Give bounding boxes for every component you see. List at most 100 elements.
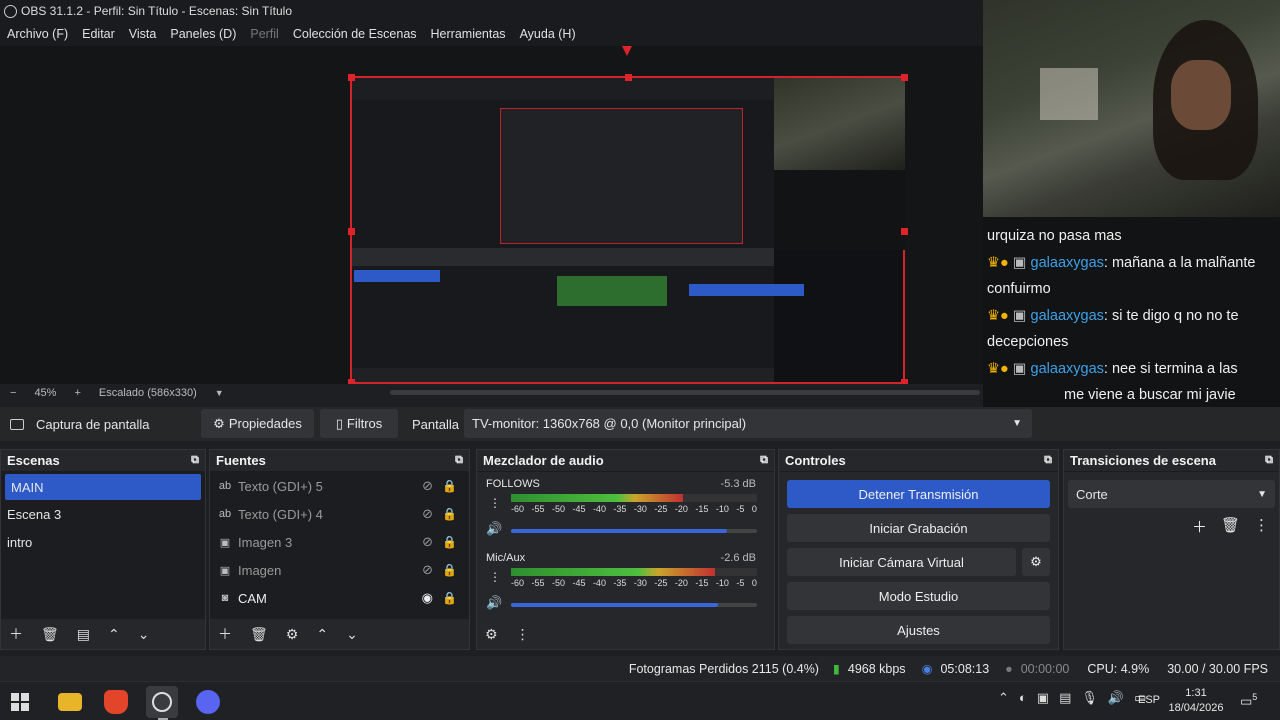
add-icon[interactable]: ＋ <box>218 624 232 644</box>
stop-streaming-button[interactable]: Detener Transmisión <box>787 480 1050 508</box>
bitrate: 4968 kbps <box>847 661 906 676</box>
menu-coleccion-escenas[interactable]: Colección de Escenas <box>293 27 417 41</box>
settings-button[interactable]: Ajustes <box>787 616 1050 644</box>
face <box>1171 60 1231 130</box>
system-tray: ⌃ ◐ ▣ ▤ 🎙 🔊 ▭ <box>998 690 1146 706</box>
dock-float-icon[interactable]: ⧉ <box>1265 454 1273 467</box>
crown-badge-icon: ♛● <box>987 360 1009 377</box>
chevron-down-icon[interactable]: ⌄ <box>346 626 358 643</box>
microphone-icon[interactable]: 🎙 <box>1081 690 1098 706</box>
kebab-menu-icon[interactable]: ⋮ <box>1254 516 1269 537</box>
transition-select[interactable]: Corte ▼ <box>1068 480 1275 508</box>
chat-line: ♛● ▣ galaaxygas: mañana a la malñante <box>987 254 1256 271</box>
discord-tray-icon[interactable]: ◐ <box>1019 690 1027 706</box>
scale-dropdown-icon[interactable]: ▼ <box>215 388 224 398</box>
chat-badge-icon: ▣ <box>1012 360 1027 377</box>
start-recording-button[interactable]: Iniciar Grabación <box>787 514 1050 542</box>
source-item[interactable]: ab Texto (GDI+) 4 ⊘ 🔒 <box>210 500 469 528</box>
start-virtual-camera-button[interactable]: Iniciar Cámara Virtual <box>787 548 1016 576</box>
dock-float-icon[interactable]: ⧉ <box>191 454 199 467</box>
source-item[interactable]: ▣ Imagen ⊘ 🔒 <box>210 556 469 584</box>
zoom-out-button[interactable]: − <box>10 387 16 399</box>
lock-icon[interactable]: 🔒 <box>442 507 457 521</box>
studio-mode-button[interactable]: Modo Estudio <box>787 582 1050 610</box>
dock-float-icon[interactable]: ⧉ <box>1044 454 1052 467</box>
horizontal-scrollbar[interactable] <box>390 390 980 395</box>
display-select[interactable]: TV-monitor: 1360x768 @ 0,0 (Monitor prin… <box>464 409 1032 438</box>
lock-icon[interactable]: 🔒 <box>442 479 457 493</box>
crown-badge-icon: ♛● <box>987 254 1009 271</box>
chevron-down-icon[interactable]: ⌄ <box>138 626 150 643</box>
filters-button[interactable]: ▯ Filtros <box>320 409 398 438</box>
discord-icon[interactable] <box>196 690 220 714</box>
volume-icon[interactable]: 🔊 <box>1108 690 1124 706</box>
menu-ayuda[interactable]: Ayuda (H) <box>520 27 576 41</box>
file-explorer-icon[interactable] <box>58 693 82 711</box>
obs-app-icon[interactable] <box>146 686 178 718</box>
app-tray-icon[interactable]: ▤ <box>1059 690 1071 706</box>
gear-icon: ⚙ <box>1030 554 1042 569</box>
taskbar: ⌃ ◐ ▣ ▤ 🎙 🔊 ▭ ESP 1:31 18/04/2026 ▭5 <box>0 681 1280 720</box>
nested-obs-screen <box>352 78 804 382</box>
language-indicator[interactable]: ESP <box>1138 694 1160 706</box>
chevron-up-icon[interactable]: ⌃ <box>316 626 328 643</box>
gear-icon[interactable]: ⚙ <box>485 626 498 643</box>
eye-hidden-icon[interactable]: ⊘ <box>422 506 433 522</box>
eye-hidden-icon[interactable]: ⊘ <box>422 478 433 494</box>
scene-item-intro[interactable]: intro <box>1 528 205 556</box>
clock[interactable]: 1:31 18/04/2026 <box>1168 686 1224 716</box>
eye-hidden-icon[interactable]: ⊘ <box>422 562 433 578</box>
volume-slider-follows[interactable] <box>511 529 757 533</box>
dock-float-icon[interactable]: ⧉ <box>455 454 463 467</box>
preview-canvas[interactable] <box>348 74 908 386</box>
chevron-up-icon[interactable]: ⌃ <box>108 626 120 643</box>
channel-db: -2.6 dB <box>720 552 756 564</box>
lock-icon[interactable]: 🔒 <box>442 563 457 577</box>
chevron-up-icon[interactable]: ⌃ <box>998 690 1009 706</box>
scene-item-escena-3[interactable]: Escena 3 <box>1 500 205 528</box>
eye-hidden-icon[interactable]: ⊘ <box>422 534 433 550</box>
scale-label: Escalado (586x330) <box>98 387 197 399</box>
trash-icon[interactable]: 🗑 <box>41 626 59 643</box>
eye-icon[interactable]: ◉ <box>422 590 433 606</box>
volume-slider-mic[interactable] <box>511 603 757 607</box>
add-icon[interactable]: ＋ <box>1192 516 1207 537</box>
app-tray-icon[interactable]: ▣ <box>1037 690 1049 706</box>
menu-archivo[interactable]: Archivo (F) <box>7 27 68 41</box>
notification-count: 5 <box>1252 692 1258 702</box>
db-tick-label: -15 <box>695 578 709 588</box>
menu-vista[interactable]: Vista <box>129 27 157 41</box>
kebab-menu-icon[interactable]: ⋮ <box>489 570 501 584</box>
speaker-icon[interactable]: 🔊 <box>486 521 502 537</box>
trash-icon[interactable]: 🗑 <box>250 626 268 643</box>
dock-float-icon[interactable]: ⧉ <box>760 454 768 467</box>
add-icon[interactable]: ＋ <box>9 624 23 644</box>
channel-name: FOLLOWS <box>486 478 540 490</box>
properties-button[interactable]: ⚙ Propiedades <box>201 409 314 438</box>
zoom-in-button[interactable]: + <box>74 387 80 399</box>
virtual-camera-settings-button[interactable]: ⚙ <box>1022 548 1050 576</box>
menu-paneles[interactable]: Paneles (D) <box>170 27 236 41</box>
source-item[interactable]: ▣ Imagen 3 ⊘ 🔒 <box>210 528 469 556</box>
scene-item-main[interactable]: MAIN <box>5 474 201 500</box>
notification-icon[interactable]: ▭5 <box>1240 692 1257 709</box>
gear-icon[interactable]: ⚙ <box>286 626 299 643</box>
windows-start-icon[interactable] <box>11 693 29 711</box>
speaker-icon[interactable]: 🔊 <box>486 595 502 611</box>
source-item[interactable]: ◙ CAM ◉ 🔒 <box>210 584 469 612</box>
source-toolbar: Captura de pantalla ⚙ Propiedades ▯ Filtro… <box>0 407 1280 441</box>
text-icon: ab <box>218 508 232 520</box>
menu-editar[interactable]: Editar <box>82 27 115 41</box>
brave-browser-icon[interactable] <box>104 690 128 714</box>
lock-icon[interactable]: 🔒 <box>442 535 457 549</box>
title-bar: OBS 31.1.2 - Perfil: Sin Título - Escena… <box>0 0 983 22</box>
trash-icon[interactable]: 🗑 <box>1221 516 1240 537</box>
source-item[interactable]: ab Texto (GDI+) 5 ⊘ 🔒 <box>210 472 469 500</box>
kebab-menu-icon[interactable]: ⋮ <box>516 626 530 643</box>
mixer-title: Mezclador de audio <box>483 453 604 468</box>
scenes-title: Escenas <box>7 453 60 468</box>
lock-icon[interactable]: 🔒 <box>442 591 457 605</box>
menu-herramientas[interactable]: Herramientas <box>431 27 506 41</box>
kebab-menu-icon[interactable]: ⋮ <box>489 496 501 510</box>
filter-icon[interactable]: ▤ <box>77 626 90 643</box>
